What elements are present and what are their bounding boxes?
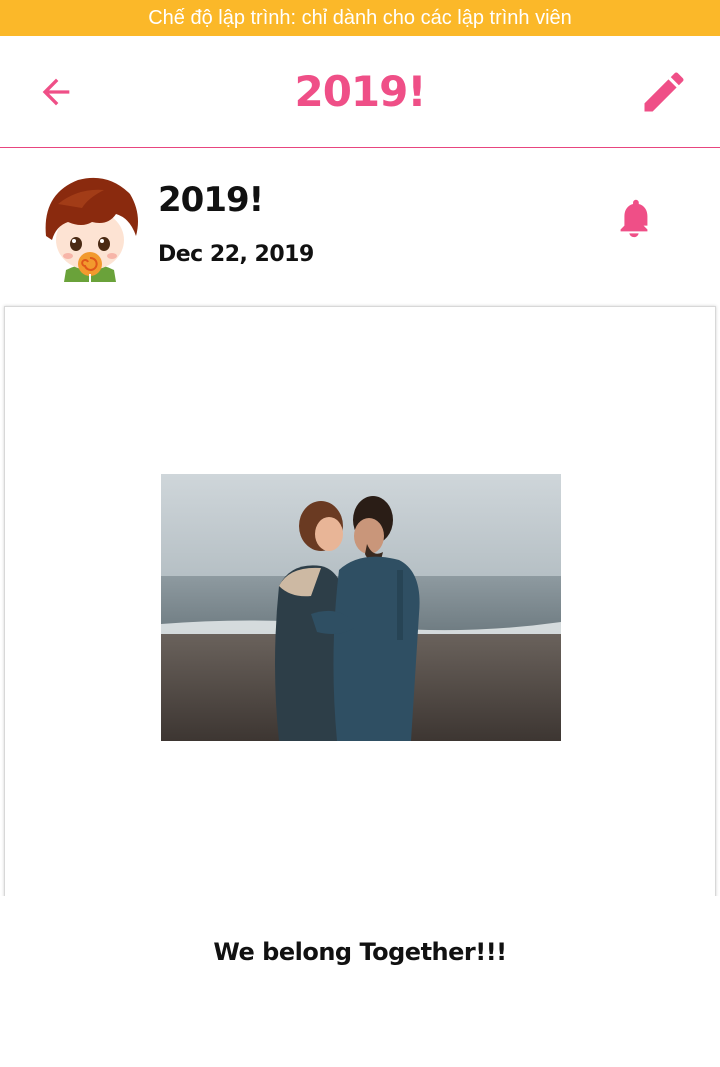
app-bar: 2019! xyxy=(0,36,720,148)
back-button[interactable] xyxy=(30,66,82,118)
avatar[interactable] xyxy=(38,174,142,282)
edit-button[interactable] xyxy=(636,64,692,120)
post-date: Dec 22, 2019 xyxy=(158,242,314,267)
caption-area: We belong Together!!! xyxy=(0,896,720,1067)
developer-mode-banner: Chế độ lập trình: chỉ dành cho các lập t… xyxy=(0,0,720,36)
bell-icon xyxy=(620,199,648,238)
post-caption: We belong Together!!! xyxy=(213,938,507,966)
notification-button[interactable] xyxy=(608,192,660,244)
pencil-icon xyxy=(644,72,684,112)
arrow-left-icon xyxy=(42,78,70,106)
page-title: 2019! xyxy=(294,67,426,116)
post-title: 2019! xyxy=(158,180,264,220)
post-header: 2019! Dec 22, 2019 xyxy=(0,148,720,298)
post-photo[interactable] xyxy=(161,474,561,741)
post-content-card xyxy=(4,306,716,947)
developer-mode-text: Chế độ lập trình: chỉ dành cho các lập t… xyxy=(148,6,572,29)
